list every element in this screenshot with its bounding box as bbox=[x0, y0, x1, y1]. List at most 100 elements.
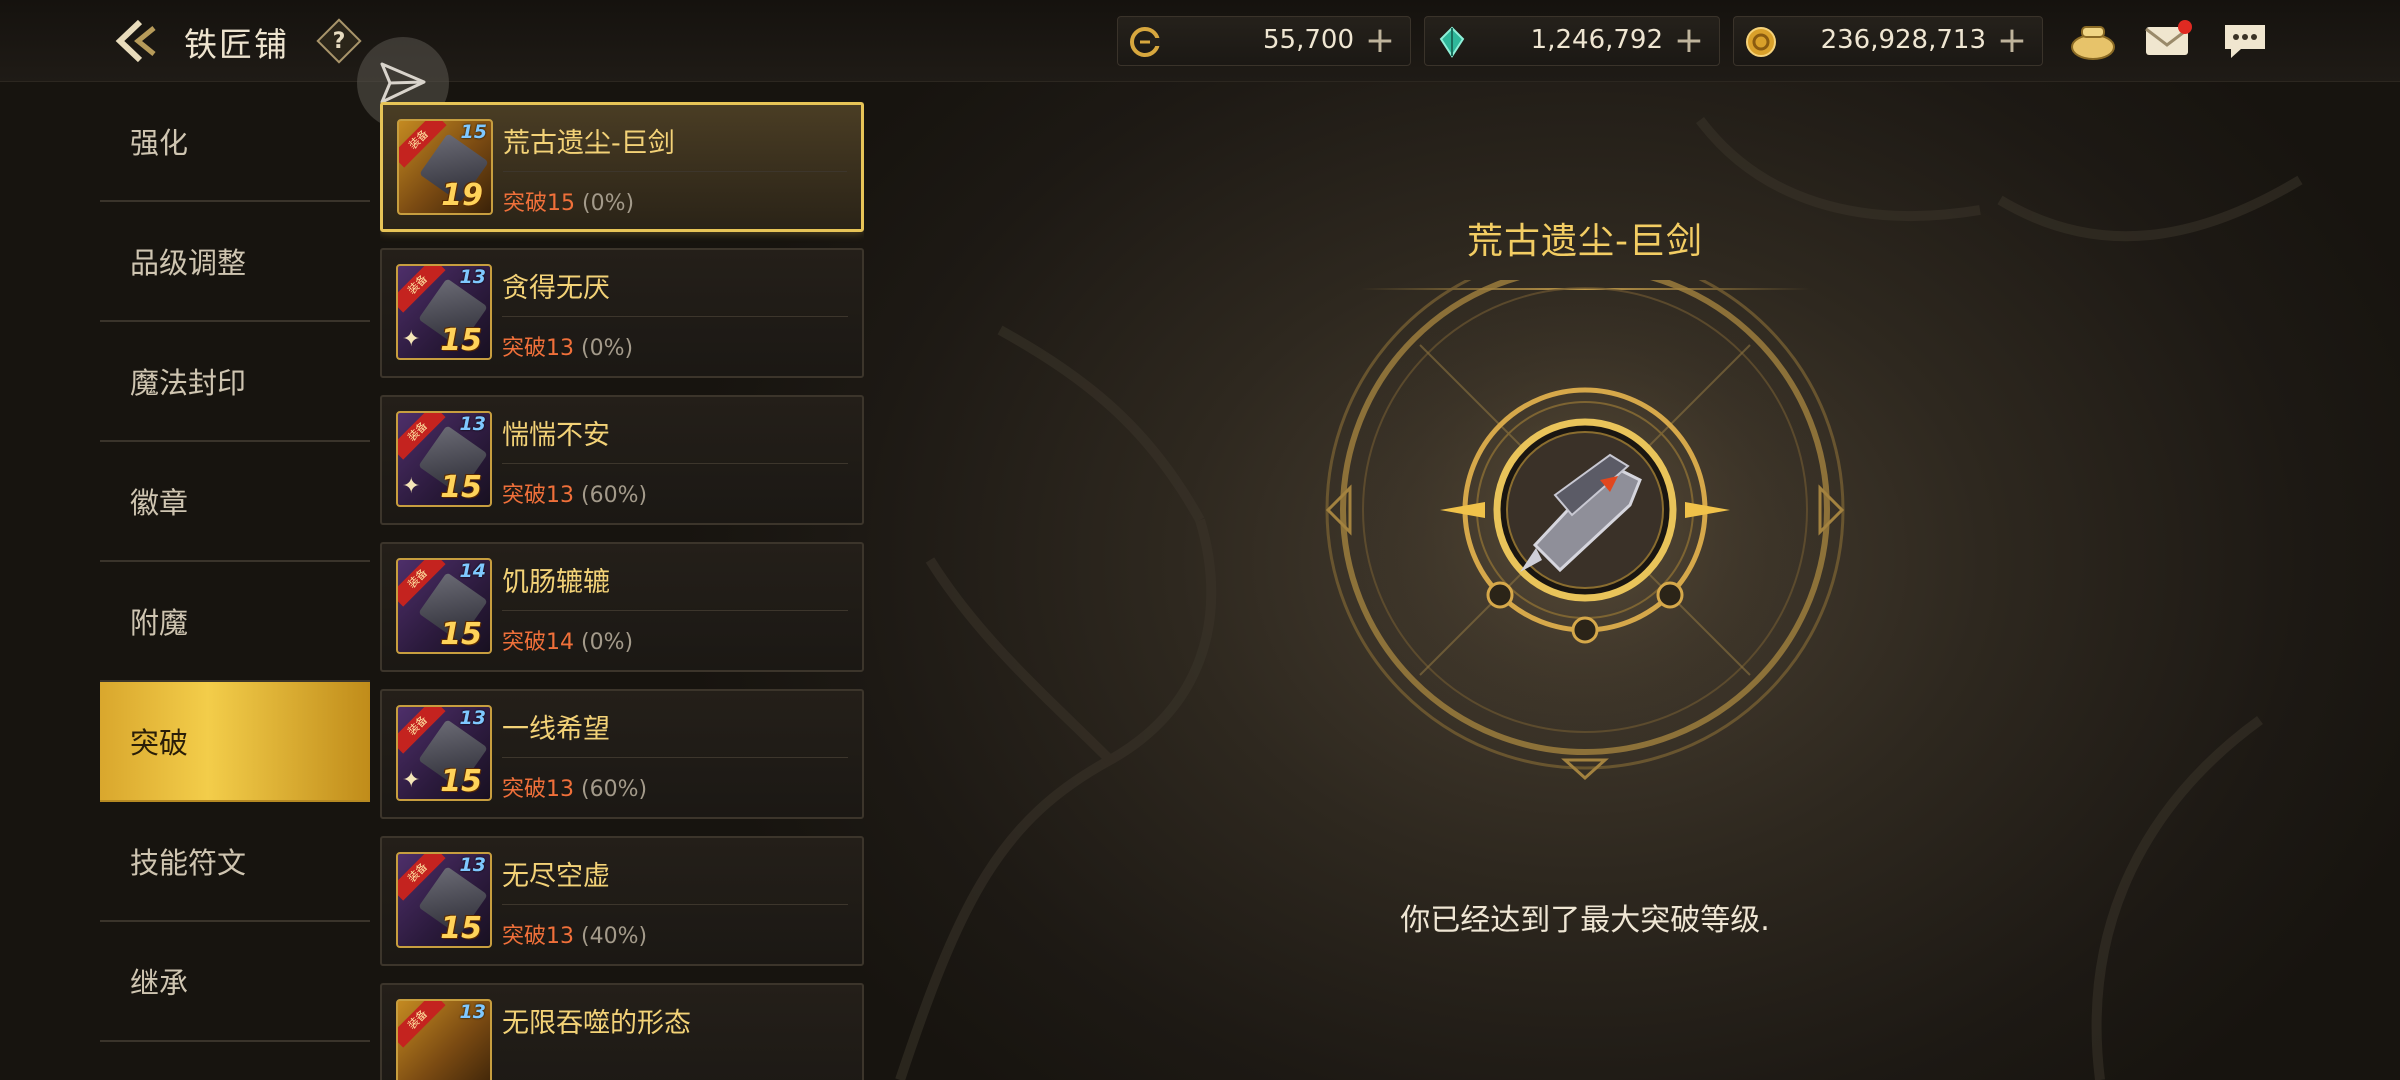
sidebar-item-grade-adjust[interactable]: 品级调整 bbox=[100, 202, 370, 322]
item-name: 无限吞噬的形态 bbox=[502, 1008, 691, 1039]
currency-c-value: 55,700 bbox=[1263, 25, 1354, 55]
list-item[interactable]: 装备 13 15 无尽空虚 突破13 (40%) bbox=[380, 836, 864, 966]
list-item[interactable]: 装备 15 19 荒古遗尘-巨剑 突破15 (0%) bbox=[380, 102, 864, 232]
item-level: 19 bbox=[441, 178, 483, 213]
breakthrough-level: 突破13 bbox=[502, 336, 574, 361]
equipment-thumbnail: 装备 13 ✦ 15 bbox=[396, 411, 492, 507]
sidebar-item-breakthrough[interactable]: 突破 bbox=[100, 682, 370, 802]
list-item[interactable]: 装备 13 ✦ 15 一线希望 突破13 (60%) bbox=[380, 689, 864, 819]
add-crystal-button[interactable]: + bbox=[1671, 21, 1707, 61]
breakthrough-progress: (60%) bbox=[581, 777, 648, 802]
equipment-thumbnail: 装备 13 ✦ 15 bbox=[396, 705, 492, 801]
sidebar-item-label: 技能符文 bbox=[130, 846, 247, 880]
divider bbox=[502, 757, 848, 758]
breakthrough-progress: (0%) bbox=[581, 630, 634, 655]
notification-dot bbox=[2178, 20, 2192, 34]
item-breakthrough-status: 突破13 (60%) bbox=[502, 477, 647, 509]
chat-button[interactable] bbox=[2218, 16, 2272, 66]
divider bbox=[502, 904, 848, 905]
breakthrough-progress: (0%) bbox=[582, 191, 635, 216]
breakthrough-level: 突破13 bbox=[502, 924, 574, 949]
breakthrough-progress: (60%) bbox=[581, 483, 648, 508]
currency-crystal-value: 1,246,792 bbox=[1530, 25, 1663, 55]
chat-icon bbox=[2225, 25, 2265, 58]
function-sidebar: 强化 品级调整 魔法封印 徽章 附魔 突破 技能符文 继承 bbox=[100, 82, 370, 1042]
equipment-thumbnail: 装备 13 bbox=[396, 999, 492, 1080]
sidebar-item-enhance[interactable]: 强化 bbox=[100, 82, 370, 202]
breakthrough-level: 突破14 bbox=[502, 630, 574, 655]
currency-gold-value: 236,928,713 bbox=[1820, 25, 1986, 55]
mail-button[interactable] bbox=[2140, 16, 2194, 66]
max-breakthrough-message: 你已经达到了最大突破等级. bbox=[1400, 903, 1770, 938]
item-level-top: 14 bbox=[459, 560, 486, 582]
divider bbox=[502, 316, 848, 317]
coin-c-icon bbox=[1128, 25, 1162, 59]
breakthrough-level: 突破15 bbox=[503, 191, 575, 216]
breakthrough-level: 突破13 bbox=[502, 777, 574, 802]
item-level-top: 13 bbox=[459, 266, 486, 288]
sidebar-item-label: 魔法封印 bbox=[130, 366, 247, 400]
item-level-top: 13 bbox=[459, 1001, 486, 1023]
item-level: 15 bbox=[440, 323, 482, 358]
sidebar-item-label: 徽章 bbox=[130, 486, 189, 520]
currency-crystal-display: 1,246,792 + bbox=[1424, 16, 1720, 66]
item-level: 15 bbox=[440, 911, 482, 946]
list-item[interactable]: 装备 14 15 饥肠辘辘 突破14 (0%) bbox=[380, 542, 864, 672]
item-breakthrough-status: 突破13 (60%) bbox=[502, 771, 647, 803]
equipment-list: 装备 15 19 荒古遗尘-巨剑 突破15 (0%) 装备 13 ✦ 15 贪得… bbox=[380, 102, 864, 1080]
bag-icon bbox=[2071, 26, 2115, 60]
item-name: 无尽空虚 bbox=[502, 861, 610, 892]
back-button[interactable] bbox=[112, 14, 166, 68]
item-level: 15 bbox=[440, 470, 482, 505]
equipment-thumbnail: 装备 13 15 bbox=[396, 852, 492, 948]
item-breakthrough-status: 突破13 (40%) bbox=[502, 918, 647, 950]
sidebar-item-label: 突破 bbox=[130, 726, 189, 760]
equipment-thumbnail: 装备 15 19 bbox=[397, 119, 493, 215]
item-breakthrough-status: 突破13 (0%) bbox=[502, 330, 633, 362]
list-item[interactable]: 装备 13 ✦ 15 惴惴不安 突破13 (60%) bbox=[380, 395, 864, 525]
item-name: 一线希望 bbox=[502, 714, 610, 745]
sidebar-item-label: 附魔 bbox=[130, 606, 189, 640]
bag-button[interactable] bbox=[2066, 16, 2120, 66]
help-button[interactable]: ? bbox=[316, 18, 362, 64]
screen: 铁匠铺 ? 55,700 + 1,246,792 + 236,928,713 +… bbox=[0, 0, 2400, 1080]
item-level-top: 13 bbox=[459, 707, 486, 729]
equipment-thumbnail: 装备 14 15 bbox=[396, 558, 492, 654]
breakthrough-progress: (40%) bbox=[581, 924, 648, 949]
item-name: 饥肠辘辘 bbox=[502, 567, 610, 598]
item-breakthrough-status: 突破15 (0%) bbox=[503, 185, 634, 217]
item-breakthrough-status: 突破14 (0%) bbox=[502, 624, 633, 656]
sidebar-item-inherit[interactable]: 继承 bbox=[100, 922, 370, 1042]
sparkle-icon: ✦ bbox=[402, 768, 421, 793]
list-item[interactable]: 装备 13 ✦ 15 贪得无厌 突破13 (0%) bbox=[380, 248, 864, 378]
gold-coin-icon bbox=[1744, 25, 1778, 59]
sparkle-icon: ✦ bbox=[402, 474, 421, 499]
sidebar-item-emblem[interactable]: 徽章 bbox=[100, 442, 370, 562]
sidebar-item-skill-rune[interactable]: 技能符文 bbox=[100, 802, 370, 922]
help-label: ? bbox=[332, 28, 346, 54]
sidebar-item-enchant[interactable]: 附魔 bbox=[100, 562, 370, 682]
list-item[interactable]: 装备 13 无限吞噬的形态 bbox=[380, 983, 864, 1080]
divider bbox=[502, 463, 848, 464]
add-gold-button[interactable]: + bbox=[1994, 21, 2030, 61]
selected-item-title: 荒古遗尘-巨剑 bbox=[1467, 221, 1703, 262]
sidebar-item-magic-seal[interactable]: 魔法封印 bbox=[100, 322, 370, 442]
breakthrough-progress: (0%) bbox=[581, 336, 634, 361]
breakthrough-emblem bbox=[1325, 280, 1845, 781]
item-level: 15 bbox=[440, 764, 482, 799]
sidebar-item-label: 继承 bbox=[130, 966, 189, 1000]
item-name: 贪得无厌 bbox=[502, 273, 610, 304]
divider bbox=[503, 171, 847, 172]
add-currency-c-button[interactable]: + bbox=[1362, 21, 1398, 61]
green-crystal-icon bbox=[1435, 25, 1469, 59]
currency-gold-display: 236,928,713 + bbox=[1733, 16, 2043, 66]
item-level: 15 bbox=[440, 617, 482, 652]
back-arrow-icon bbox=[115, 19, 156, 63]
item-level-top: 15 bbox=[460, 121, 487, 143]
currency-c-display: 55,700 + bbox=[1117, 16, 1411, 66]
equipment-thumbnail: 装备 13 ✦ 15 bbox=[396, 264, 492, 360]
divider bbox=[502, 610, 848, 611]
item-level-top: 13 bbox=[459, 854, 486, 876]
item-name: 惴惴不安 bbox=[502, 420, 610, 451]
sidebar-item-label: 强化 bbox=[130, 126, 189, 160]
